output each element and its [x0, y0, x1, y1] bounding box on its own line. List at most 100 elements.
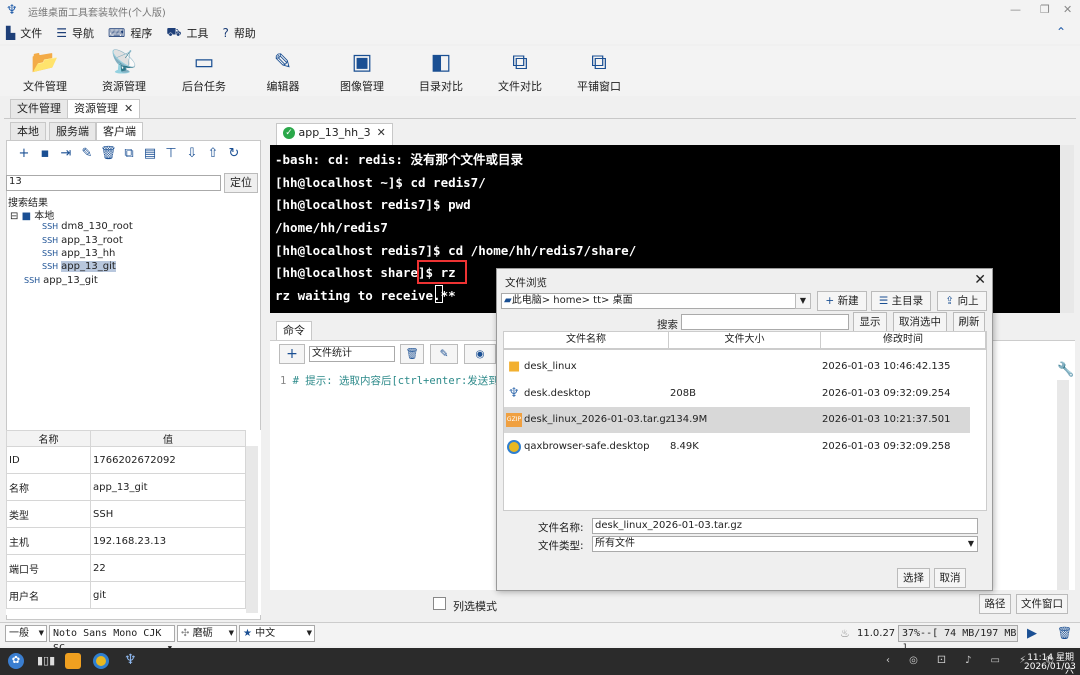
add-folder-icon[interactable]: ▪ [37, 146, 53, 166]
folder-open-icon: 📂 [31, 50, 59, 75]
cancel-button[interactable]: 取消 [934, 568, 966, 588]
folder-icon: ■ [508, 359, 521, 374]
close-icon[interactable]: ✕ [1063, 3, 1072, 16]
tab-client[interactable]: 客户端 [96, 122, 143, 142]
multitask-icon[interactable]: ▮▯▮ [37, 654, 55, 667]
search-input[interactable]: 13 [6, 175, 221, 191]
path-button[interactable]: 路径 [979, 594, 1011, 614]
run-icon: ◉ [475, 348, 485, 360]
toolbar-image-manager[interactable]: ▣ 图像管理 [322, 50, 402, 94]
file-row-selected[interactable]: GZIP desk_linux_2026-01-03.tar.gz 134.9M… [504, 407, 970, 433]
font-select[interactable]: Noto Sans Mono CJK SC▼ [49, 625, 175, 654]
close-terminal-tab-icon[interactable]: ✕ [377, 126, 386, 139]
refresh-icon[interactable]: ↻ [226, 146, 242, 166]
delete-command-button[interactable]: 🗑 [400, 344, 424, 364]
tab-terminal[interactable]: ✓ app_13_hh_3 ✕ [276, 123, 393, 145]
menu-file[interactable]: ▙ 文件 [6, 25, 42, 41]
table-row: 名称 app_13_git [6, 473, 246, 501]
toolbar-background-tasks[interactable]: ▭ 后台任务 [164, 50, 244, 94]
up-button[interactable]: ⇪ 向上 [937, 291, 987, 311]
menu-tools[interactable]: ⛟ 工具 [166, 25, 208, 41]
dialog-search-input[interactable] [681, 314, 849, 330]
menu-program[interactable]: ⌨ 程序 [108, 25, 152, 41]
file-window-button[interactable]: 文件窗口 [1016, 594, 1068, 614]
file-row[interactable]: ♆ desk.desktop 208B 2026-01-03 09:32:09.… [504, 381, 970, 407]
ops-tool-app-icon[interactable]: ♆ [124, 652, 137, 668]
edit-icon[interactable]: ✎ [79, 146, 95, 166]
tree-item[interactable]: SSH app_13_git [24, 275, 98, 286]
add-icon[interactable]: + [16, 146, 32, 166]
play-icon[interactable]: ▶ [1027, 626, 1037, 641]
properties-scrollbar[interactable] [246, 446, 258, 613]
delete-icon[interactable]: 🗑 [100, 146, 117, 166]
list-mode-checkbox[interactable] [433, 597, 446, 610]
command-name-field[interactable]: 文件统计 [309, 346, 395, 362]
edit-command-button[interactable]: ✎ [430, 344, 458, 364]
browser-app-icon[interactable] [93, 653, 109, 669]
refresh-button[interactable]: 刷新 [953, 312, 985, 332]
theme-select[interactable]: ✣ 磨砺 ▼ [177, 625, 237, 642]
add-command-button[interactable]: + [279, 344, 305, 364]
search-label: 搜索 [657, 319, 678, 331]
toolbar-resource-manager[interactable]: 📡 资源管理 [84, 50, 164, 94]
export-icon[interactable]: ⇧ [205, 146, 221, 166]
language-select[interactable]: ★ 中文 ▼ [239, 625, 315, 642]
trash-icon[interactable]: 🗑 [1057, 626, 1072, 640]
tree-item[interactable]: SSH app_13_hh [42, 248, 115, 259]
import-icon[interactable]: ⇩ [184, 146, 200, 166]
collapse-toolbar-icon[interactable]: ⌃ [1056, 25, 1066, 39]
filename-label: 文件名称: [538, 522, 584, 534]
command-scrollbar[interactable] [1057, 380, 1069, 590]
terminal-scrollbar[interactable] [1060, 145, 1074, 313]
locate-button[interactable]: 定位 [224, 173, 258, 193]
home-dir-button[interactable]: ☰ 主目录 [871, 291, 931, 311]
paste-icon[interactable]: ▤ [142, 146, 158, 166]
close-tab-icon[interactable]: ✕ [124, 102, 133, 115]
mode-select[interactable]: 一般 ▼ [5, 625, 47, 642]
file-row[interactable]: qaxbrowser-safe.desktop 8.49K 2026-01-03… [504, 434, 970, 460]
toolbar-tile-windows[interactable]: ⧉ 平铺窗口 [559, 50, 639, 94]
copy-icon[interactable]: ⧉ [121, 146, 137, 166]
wrench-icon[interactable]: 🔧 [1057, 362, 1074, 378]
login-icon[interactable]: ⇥ [58, 146, 74, 166]
filename-input[interactable]: desk_linux_2026-01-03.tar.gz [592, 518, 978, 534]
editor-line[interactable]: 1 # 提示: 选取内容后[ctrl+enter:发送到当 [280, 373, 509, 388]
terminal-cursor [435, 285, 443, 303]
toolbar-file-compare[interactable]: ⧉ 文件对比 [480, 50, 560, 94]
tree-item[interactable]: SSH app_13_root [42, 235, 123, 246]
restore-icon[interactable]: ❐ [1040, 3, 1050, 16]
tab-resource-manager[interactable]: 资源管理 ✕ [67, 99, 141, 119]
filetype-select[interactable]: 所有文件 ▼ [592, 536, 978, 552]
new-folder-button[interactable]: + 新建 [817, 291, 867, 311]
file-row[interactable]: ■ desk_linux 2026-01-03 10:46:42.135 [504, 354, 970, 380]
tab-file-manager[interactable]: 文件管理 [10, 99, 68, 119]
window-title: 运维桌面工具套装软件(个人版) [28, 7, 166, 19]
toolbar-file-manager[interactable]: 📂 文件管理 [5, 50, 85, 94]
path-dropdown-icon[interactable]: ▼ [795, 293, 811, 309]
tree-root-local[interactable]: ⊟ ■ 本地 [10, 207, 54, 222]
select-button[interactable]: 选择 [897, 568, 930, 588]
toolbar-dir-compare[interactable]: ◧ 目录对比 [401, 50, 481, 94]
tab-server[interactable]: 服务端 [49, 122, 96, 142]
dialog-close-icon[interactable]: ✕ [974, 272, 986, 288]
path-selector[interactable]: ▰此电脑> home> tt> 桌面 [501, 293, 811, 309]
pin-icon[interactable]: ⊤ [163, 146, 179, 166]
tree-item[interactable]: SSH dm8_130_root [42, 221, 133, 232]
run-command-button[interactable]: ◉ [464, 344, 496, 364]
show-button[interactable]: 显示 [853, 312, 887, 332]
browser-icon [507, 440, 521, 454]
taskbar: ✿ ▮▯▮ ♆ ‹ ◎ ⚀ ♪ ▭ ⚡ ✆ 11:14 星期六 2026/01/… [0, 648, 1080, 675]
toolbar-editor[interactable]: ✎ 编辑器 [243, 50, 323, 94]
file-manager-app-icon[interactable] [65, 653, 81, 669]
menu-nav[interactable]: ☰ 导航 [56, 25, 94, 41]
tree-item-selected[interactable]: SSH app_13_git [42, 261, 116, 272]
collapse-node-icon[interactable]: ⊟ [10, 211, 18, 222]
minimize-icon[interactable]: — [1010, 3, 1021, 16]
connected-check-icon: ✓ [283, 127, 295, 139]
deselect-button[interactable]: 取消选中 [893, 312, 947, 332]
tab-command[interactable]: 命令 [276, 321, 312, 341]
highlight-box [417, 260, 467, 284]
tab-local[interactable]: 本地 [10, 122, 46, 142]
start-menu-icon[interactable]: ✿ [8, 653, 24, 669]
menu-help[interactable]: ? 帮助 [222, 25, 255, 41]
